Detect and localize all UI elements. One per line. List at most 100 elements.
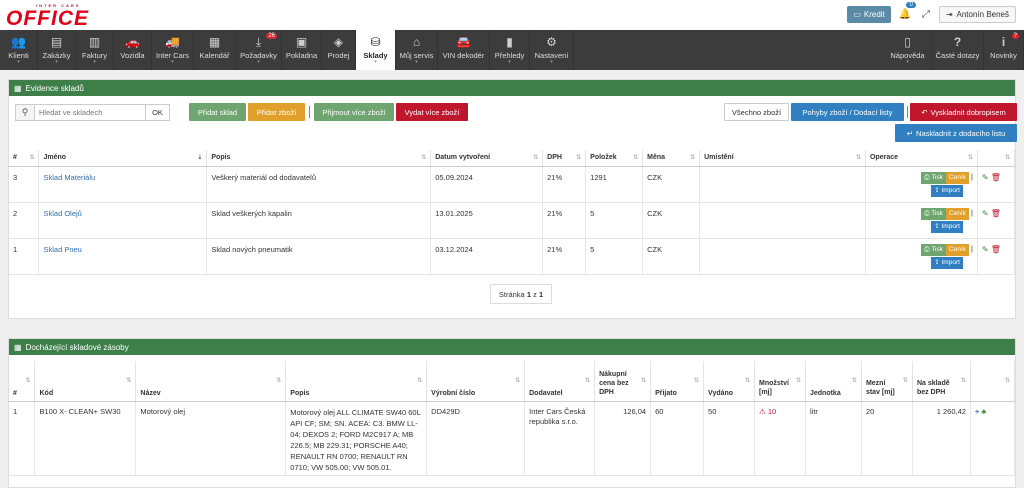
nav-inter-cars[interactable]: 🚚 Inter Cars ▾ xyxy=(152,30,194,70)
trash-icon[interactable]: 🗑 xyxy=(991,245,1001,254)
search-ok-button[interactable]: OK xyxy=(146,104,170,121)
nav-prodej[interactable]: ◈ Prodej xyxy=(322,30,356,70)
app-logo[interactable]: INTER CARS OFFICE xyxy=(6,3,98,30)
nav-klienti[interactable]: 👥 Klienti ▾ xyxy=(0,30,38,70)
download-icon: ⤓ xyxy=(255,35,262,49)
pager-current: 1 xyxy=(526,289,531,299)
nav-kalendar[interactable]: ▦ Kalendář xyxy=(194,30,236,70)
pricelist-button[interactable]: Ceník xyxy=(945,207,969,220)
col-issued[interactable]: Vydáno ⇅ xyxy=(703,361,755,402)
plus-icon[interactable]: + xyxy=(975,407,979,416)
print-button[interactable]: ⎙ Tisk xyxy=(921,207,946,220)
receive-goods-button[interactable]: Přijmout více zboží xyxy=(314,103,394,121)
col-num[interactable]: # ⇅ xyxy=(9,361,36,402)
warehouse-link[interactable]: Sklad Olejů xyxy=(43,209,81,218)
warehouse-search-input[interactable] xyxy=(35,104,146,121)
stock-from-delivery-button[interactable]: ↵ Naskladnit z dodacího listu xyxy=(895,124,1017,142)
nav-zakazky[interactable]: ▤ Zakázky ▾ xyxy=(38,30,76,70)
print-button[interactable]: ⎙ Tisk xyxy=(921,243,946,256)
cash-icon: ▣ xyxy=(295,35,308,49)
fullscreen-icon[interactable]: ⤢ xyxy=(919,6,933,23)
row-name[interactable]: Sklad Olejů xyxy=(38,202,208,239)
col-num[interactable]: # ⇅ xyxy=(9,150,40,167)
col-serial[interactable]: Výrobní číslo ⇅ xyxy=(426,361,526,402)
pagination[interactable]: Stránka 1 z 1 xyxy=(490,284,552,304)
nav-pokladna[interactable]: ▣ Pokladna xyxy=(282,30,322,70)
col-name[interactable]: Jméno ⇣ xyxy=(38,150,208,167)
import-button[interactable]: ⇪ Import xyxy=(931,256,963,269)
nav-nastaveni[interactable]: ⚙ Nastavení ▾ xyxy=(530,30,574,70)
col-currency[interactable]: Měna ⇅ xyxy=(642,150,701,167)
issue-goods-button[interactable]: Vydat více zboží xyxy=(396,103,468,121)
col-code[interactable]: Kód ⇅ xyxy=(34,361,137,402)
add-warehouse-button[interactable]: Přidat sklad xyxy=(189,103,246,121)
pricelist-button[interactable]: Ceník xyxy=(945,243,969,256)
warehouses-title: Evidence skladů xyxy=(25,83,84,93)
nav-novinky[interactable]: i Novinky? xyxy=(984,30,1024,70)
add-goods-button[interactable]: Přidat zboží xyxy=(248,103,305,121)
col-desc-label: Popis xyxy=(211,154,231,162)
warehouse-link[interactable]: Sklad Materiálu xyxy=(43,173,95,182)
col-operations-label: Operace xyxy=(869,154,899,162)
col-limit[interactable]: Mezní stav [mj] ⇅ xyxy=(861,361,913,402)
col-desc[interactable]: Popis ⇅ xyxy=(285,361,428,402)
nav-muj-servis[interactable]: ⌂ Můj servis ▾ xyxy=(396,30,438,70)
nav-pozadavky[interactable]: ⤓ Požadavky ▾ 26 xyxy=(236,30,282,70)
user-menu-button[interactable]: ⇥ Antonín Beneš xyxy=(938,6,1016,23)
col-items[interactable]: Položek ⇅ xyxy=(585,150,644,167)
warehouse-link[interactable]: Sklad Pneu xyxy=(43,245,81,254)
row-location xyxy=(699,238,866,275)
col-stock-value[interactable]: Na skladě bez DPH ⇅ xyxy=(912,361,971,402)
all-goods-button[interactable]: Všechno zboží xyxy=(724,103,789,121)
undo-icon: ↶ xyxy=(921,107,928,117)
row-date: 03.12.2024 xyxy=(430,238,544,275)
row-num: 2 xyxy=(9,202,40,239)
nav-caste-dotazy[interactable]: ? Časté dotazy xyxy=(932,30,984,70)
print-button[interactable]: ⎙ Tisk xyxy=(921,171,946,184)
col-date[interactable]: Datum vytvoření ⇅ xyxy=(430,150,544,167)
nav-vin-dekoder[interactable]: 🚘 VIN dekodér xyxy=(438,30,490,70)
row-desc: Sklad nových pneumatik xyxy=(206,238,432,275)
row-vat: 21% xyxy=(542,238,587,275)
edit-icon[interactable]: ✎ xyxy=(982,173,989,182)
write-off-credit-button[interactable]: ↶ Vyskladnit dobropisem xyxy=(910,103,1017,121)
qty-value: 10 xyxy=(767,406,777,416)
nav-sklady[interactable]: ⛁ Sklady ▾ xyxy=(356,30,396,70)
kredit-button[interactable]: ▭ Kredit xyxy=(847,6,891,23)
question-icon: ? xyxy=(953,35,962,49)
nav-prehledy[interactable]: ▮ Přehledy ▾ xyxy=(490,30,530,70)
warehouse-icon: ⛁ xyxy=(370,35,381,49)
notifications-badge: 0 xyxy=(906,2,916,8)
sort-icon: ⇅ xyxy=(690,154,696,161)
col-unit[interactable]: Jednotka ⇅ xyxy=(805,361,862,402)
col-received[interactable]: Přijato ⇅ xyxy=(650,361,705,402)
col-supplier[interactable]: Dodavatel ⇅ xyxy=(524,361,596,402)
nav-vozidla[interactable]: 🚗 Vozidla xyxy=(114,30,152,70)
row-name[interactable]: Sklad Materiálu xyxy=(38,166,208,203)
notifications-button[interactable]: 🔔 0 xyxy=(897,2,916,23)
import-button[interactable]: ⇪ Import xyxy=(931,184,963,197)
col-qty[interactable]: Množství [mj] ⇅ xyxy=(754,361,806,402)
user-name: Antonín Beneš xyxy=(956,10,1009,19)
col-operations: Operace ⇅ xyxy=(865,150,978,167)
logo-main-text: OFFICE xyxy=(6,7,89,30)
col-name[interactable]: Název ⇅ xyxy=(135,361,287,402)
trash-icon[interactable]: 🗑 xyxy=(991,209,1001,218)
table-row: 3 Sklad Materiálu Veškerý materiál od do… xyxy=(9,166,1016,203)
goods-movements-button[interactable]: Pohyby zboží / Dodací listy xyxy=(791,103,904,121)
col-location[interactable]: Umístění ⇅ xyxy=(699,150,866,167)
edit-icon[interactable]: ✎ xyxy=(982,209,989,218)
row-name[interactable]: Sklad Pneu xyxy=(38,238,208,275)
nav-faktury[interactable]: ▥ Faktury ▾ xyxy=(76,30,114,70)
trash-icon[interactable]: 🗑 xyxy=(991,173,1001,182)
import-button[interactable]: ⇪ Import xyxy=(931,220,963,233)
col-desc[interactable]: Popis ⇅ xyxy=(206,150,432,167)
nav-napoveda[interactable]: ▯ Nápověda ▾ xyxy=(884,30,932,70)
edit-icon[interactable]: ✎ xyxy=(982,245,989,254)
col-price[interactable]: Nákupní cena bez DPH ⇅ xyxy=(594,361,652,402)
bell-icon[interactable]: ♣ xyxy=(981,407,986,416)
row-supplier: Inter Cars Česká republika s.r.o. xyxy=(524,401,596,476)
col-stock-value-label: Na skladě bez DPH xyxy=(916,379,950,396)
pricelist-button[interactable]: Ceník xyxy=(945,171,969,184)
col-vat[interactable]: DPH ⇅ xyxy=(542,150,587,167)
